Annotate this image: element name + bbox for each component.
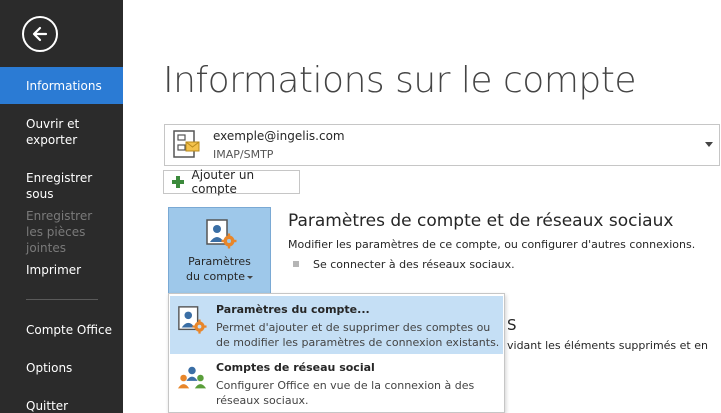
social-bullet: Se connecter à des réseaux sociaux. [293, 258, 515, 271]
tile-label-line2-wrap: du compte [169, 269, 270, 284]
tile-label: Paramètres du compte [169, 254, 270, 284]
social-network-icon [177, 366, 207, 389]
account-settings-button[interactable]: Paramètres du compte [168, 207, 271, 295]
nav-divider [26, 299, 98, 300]
social-bullet-text: Se connecter à des réseaux sociaux. [313, 258, 515, 271]
nav-label: Ouvrir et exporter [26, 117, 80, 147]
menu-item-title: Comptes de réseau social [216, 361, 375, 374]
nav-label: Compte Office [26, 323, 112, 337]
plus-icon [172, 176, 184, 188]
backstage-sidebar: Informations Ouvrir et exporter Enregist… [0, 0, 123, 413]
add-account-label: Ajouter un compte [191, 168, 255, 196]
menu-item-title: Paramètres du compte... [216, 303, 370, 316]
nav-label: Options [26, 361, 73, 375]
tile-label-line2: du compte [185, 270, 245, 283]
account-settings-menu: Paramètres du compte... Permet d'ajouter… [168, 293, 505, 413]
tile-label-line1: Paramètres [188, 255, 251, 268]
nav-enregistrer-sous[interactable]: Enregistrer sous [0, 170, 123, 202]
account-settings-icon [206, 219, 237, 249]
section-description: Modifier les paramètres de ce compte, ou… [288, 238, 696, 251]
chevron-down-icon [705, 142, 713, 147]
account-selector[interactable]: exemple@ingelis.com IMAP/SMTP [164, 124, 720, 166]
nav-compte-office[interactable]: Compte Office [0, 322, 123, 338]
account-settings-icon [178, 306, 207, 334]
mail-account-icon [173, 130, 200, 158]
back-arrow-icon [32, 26, 48, 42]
nav-label: Quitter [26, 399, 69, 413]
caret-down-icon [247, 275, 253, 279]
nav-quitter[interactable]: Quitter [0, 398, 123, 413]
menu-item-social-accounts[interactable]: Comptes de réseau social Configurer Offi… [170, 354, 503, 412]
hidden-section-heading: S [507, 316, 517, 334]
nav-label: Imprimer [26, 263, 82, 277]
nav-ouvrir-exporter[interactable]: Ouvrir et exporter [0, 116, 110, 148]
add-account-button[interactable]: Ajouter un compte [163, 168, 300, 196]
account-type: IMAP/SMTP [213, 148, 274, 161]
menu-item-account-settings[interactable]: Paramètres du compte... Permet d'ajouter… [170, 296, 503, 354]
nav-enregistrer-pieces-jointes: Enregistrer les pièces jointes [0, 208, 110, 256]
nav-informations[interactable]: Informations [0, 67, 123, 104]
nav-imprimer[interactable]: Imprimer [0, 262, 123, 278]
menu-item-description: Configurer Office en vue de la connexion… [216, 379, 475, 407]
back-button[interactable] [22, 16, 58, 52]
menu-item-description: Permet d'ajouter et de supprimer des com… [216, 321, 500, 349]
nav-options[interactable]: Options [0, 360, 123, 376]
section-heading: Paramètres de compte et de réseaux socia… [288, 211, 674, 231]
nav-label: Enregistrer les pièces jointes [26, 209, 93, 255]
account-email: exemple@ingelis.com [213, 129, 345, 143]
nav-label: Enregistrer sous [26, 171, 93, 201]
hidden-section-description: vidant les éléments supprimés et en [507, 339, 708, 352]
nav-label: Informations [26, 78, 102, 93]
page-title: Informations sur le compte [163, 60, 637, 101]
outlook-backstage: Informations Ouvrir et exporter Enregist… [0, 0, 721, 413]
